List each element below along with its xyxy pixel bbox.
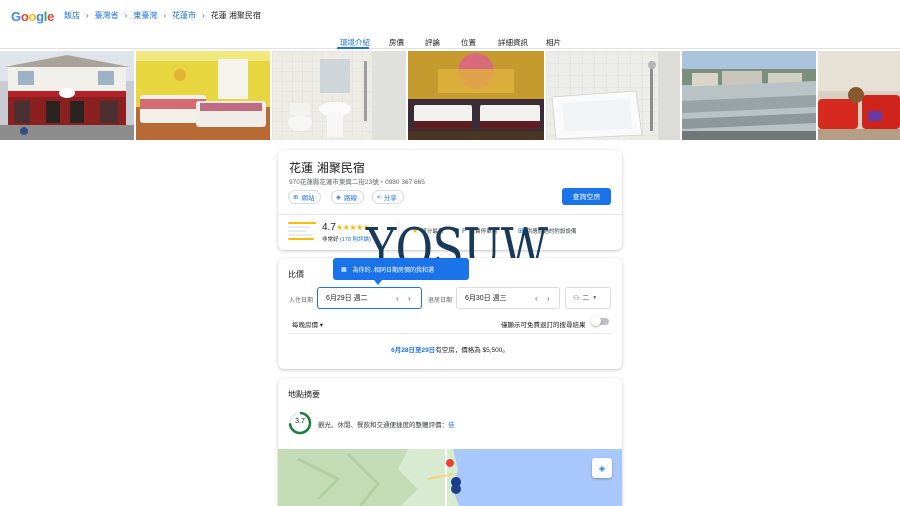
tooltip-text: 為你的..相同日期房價的我和選 — [352, 267, 435, 274]
breadcrumb-east-taiwan[interactable]: 東臺灣 — [133, 10, 157, 21]
chevron-right-icon: › — [163, 11, 167, 20]
person-icon: ⚇ — [573, 295, 580, 302]
checkout-date-value: 6月30日 週三 — [465, 295, 507, 302]
free-cancel-label: 僅顯示可免費退訂的搜尋結果 — [501, 322, 586, 329]
score-grade: 佳 — [448, 422, 455, 429]
rating-distribution — [288, 222, 316, 242]
prev-date-icon[interactable]: ‹ — [535, 294, 538, 303]
score-description-text: 觀光、休閒、餐飲和交通便捷度的整體評價： — [318, 422, 448, 429]
breadcrumb-hualien-city[interactable]: 花蓮市 — [172, 10, 196, 21]
website-button[interactable]: ⊕ 網站 — [288, 190, 322, 204]
availability-price: 有空房，價格為 $5,500。 — [435, 347, 509, 354]
share-icon: < — [377, 193, 381, 201]
section-tabs: 環境介紹 房價 評論 位置 詳細資訊 相片 — [0, 32, 900, 49]
directions-label: 路線 — [344, 195, 357, 202]
location-summary-card: 地點摘要 3.7 觀光、休閒、餐飲和交通便捷度的整體評價：佳 ◈ — [278, 378, 622, 506]
photo-strip — [0, 51, 900, 140]
tab-reviews[interactable]: 評論 — [425, 37, 440, 48]
breadcrumb: 飯店 › 臺灣省 › 東臺灣 › 花蓮市 › 花蓮 湘聚民宿 — [64, 10, 261, 21]
price-comparison-card: 比價 ▦ 為你的..相同日期房價的我和選 入住日期 6月29日 週二 ‹ › 退… — [278, 258, 622, 369]
website-label: 網站 — [301, 195, 315, 202]
breadcrumb-current-hotel: 花蓮 湘聚民宿 — [210, 11, 261, 20]
globe-icon: ⊕ — [293, 194, 299, 201]
carousel-bedroom-photo[interactable] — [408, 51, 544, 140]
rooftop-view-photo[interactable] — [682, 51, 816, 140]
location-map[interactable] — [278, 449, 622, 506]
google-logo[interactable]: Google — [11, 9, 54, 24]
directions-button[interactable]: ◈ 路線 — [331, 190, 364, 204]
date-tooltip: ▦ 為你的..相同日期房價的我和選 — [333, 258, 469, 280]
location-score-description: 觀光、休閒、餐飲和交通便捷度的整體評價：佳 — [318, 419, 455, 429]
chevron-down-icon: ▼ — [592, 295, 598, 301]
bathtub-photo[interactable] — [546, 51, 680, 140]
checkin-label: 入住日期 — [289, 298, 314, 304]
tab-details[interactable]: 詳細資訊 — [498, 37, 528, 48]
next-date-icon[interactable]: › — [408, 294, 411, 303]
share-label: 分享 — [383, 195, 397, 202]
rating-score: 4.7 — [322, 222, 336, 233]
checkout-date-field[interactable]: 6月30日 週三 ‹ › — [456, 287, 560, 309]
guest-count: 二 — [582, 295, 590, 302]
tab-prices[interactable]: 房價 — [389, 37, 404, 48]
directions-icon: ◈ — [336, 194, 341, 201]
checkin-date-value: 6月29日 週二 — [326, 295, 368, 302]
location-section-title: 地點摘要 — [288, 390, 320, 399]
divider — [288, 333, 612, 334]
active-tab-indicator — [337, 47, 369, 49]
red-sofa-lounge-photo[interactable] — [818, 51, 900, 140]
hotel-name: 花蓮 湘聚民宿 — [289, 161, 365, 175]
checkin-date-field[interactable]: 6月29日 週二 ‹ › — [317, 287, 422, 309]
chevron-right-icon: › — [124, 11, 128, 20]
building-exterior-photo[interactable] — [0, 51, 134, 140]
tab-photos[interactable]: 相片 — [546, 37, 561, 48]
top-bar: Google 飯店 › 臺灣省 › 東臺灣 › 花蓮市 › 花蓮 湘聚民宿 — [0, 0, 900, 32]
chevron-right-icon: › — [86, 11, 89, 20]
breadcrumb-taiwan-province[interactable]: 臺灣省 — [95, 10, 119, 21]
prev-date-icon[interactable]: ‹ — [396, 294, 399, 303]
availability-dates[interactable]: 6月28日至29日 — [391, 347, 435, 354]
location-score: 3.7 — [295, 418, 305, 425]
price-section-title: 比價 — [288, 270, 304, 279]
per-night-dropdown[interactable]: 每晚房價 ▾ — [292, 319, 323, 329]
hotel-address: 970花蓮縣花蓮市東興二街23號・0980 367 665 — [289, 179, 425, 186]
calendar-icon: ▦ — [341, 266, 347, 273]
divider — [278, 214, 622, 215]
yellow-bedroom-photo[interactable] — [136, 51, 270, 140]
share-button[interactable]: < 分享 — [372, 190, 404, 204]
next-date-icon[interactable]: › — [547, 294, 550, 303]
tooltip-pointer — [374, 280, 382, 285]
star-rating-icon: ★★★★★ — [336, 223, 370, 232]
check-availability-button[interactable]: 查詢空房 — [562, 188, 611, 205]
checkout-label: 退房日期 — [428, 298, 453, 304]
breadcrumb-hotels[interactable]: 飯店 — [64, 10, 80, 21]
bathroom-sink-photo[interactable] — [272, 51, 406, 140]
tab-location[interactable]: 位置 — [461, 37, 476, 48]
chevron-right-icon: › — [202, 11, 205, 20]
locate-icon[interactable]: ◈ — [592, 458, 612, 478]
toggle-knob — [591, 316, 601, 326]
rating-word: 非常好 — [322, 237, 339, 243]
guests-selector[interactable]: ⚇ 二 ▼ — [565, 287, 611, 309]
rating-summary: 非常好 (178 則評論) — [322, 235, 371, 243]
availability-message: 6月28日至29日有空房，價格為 $5,500。 — [278, 344, 622, 354]
